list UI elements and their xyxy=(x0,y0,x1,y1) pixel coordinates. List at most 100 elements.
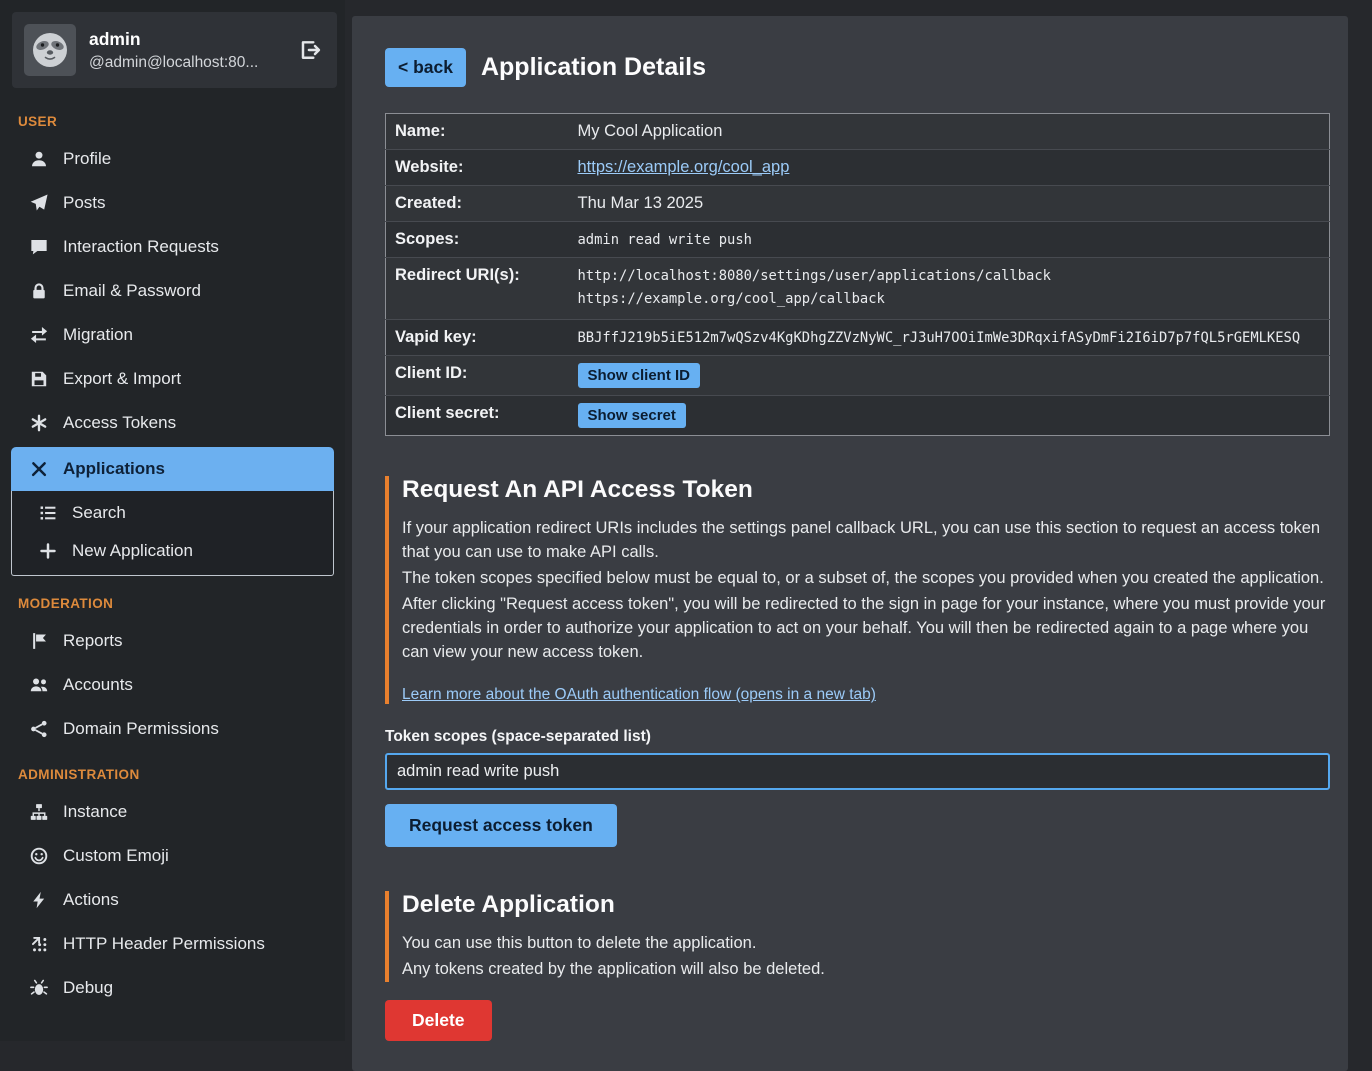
plus-icon xyxy=(39,542,57,560)
row-label: Client secret: xyxy=(386,395,570,435)
row-label: Vapid key: xyxy=(386,319,570,355)
delete-application-section: Delete Application You can use this butt… xyxy=(385,891,1330,982)
nav-heading-user: USER xyxy=(0,98,345,137)
sidebar-item-label: New Application xyxy=(72,541,193,561)
sidebar-item-custom-emoji[interactable]: Custom Emoji xyxy=(0,834,345,878)
sidebar-item-label: Export & Import xyxy=(63,369,181,389)
request-access-token-button[interactable]: Request access token xyxy=(385,804,617,847)
applications-group: Applications Search New Application xyxy=(11,447,334,576)
user-card[interactable]: admin @admin@localhost:80... xyxy=(12,12,337,88)
nav-heading-moderation: MODERATION xyxy=(0,580,345,619)
sidebar-item-migration[interactable]: Migration xyxy=(0,313,345,357)
sidebar-item-reports[interactable]: Reports xyxy=(0,619,345,663)
app-root: admin @admin@localhost:80... USER Profil… xyxy=(0,0,1372,1041)
sidebar-item-accounts[interactable]: Accounts xyxy=(0,663,345,707)
sidebar-item-label: Instance xyxy=(63,802,127,822)
vapid-key-value: BBJffJ219b5iE512m7wQSzv4KgKDhgZZVzNyWC_r… xyxy=(578,330,1301,346)
users-icon xyxy=(30,676,48,694)
sidebar-item-export-import[interactable]: Export & Import xyxy=(0,357,345,401)
nav-heading-administration: ADMINISTRATION xyxy=(0,751,345,790)
show-secret-button[interactable]: Show secret xyxy=(578,403,686,428)
name-value: My Cool Application xyxy=(578,122,723,140)
section-paragraph: The token scopes specified below must be… xyxy=(402,567,1330,591)
row-label: Website: xyxy=(386,150,570,186)
row-label: Name: xyxy=(386,114,570,150)
sidebar-item-actions[interactable]: Actions xyxy=(0,878,345,922)
floppy-save-icon xyxy=(30,370,48,388)
sidebar-item-profile[interactable]: Profile xyxy=(0,137,345,181)
table-row-created: Created: Thu Mar 13 2025 xyxy=(386,186,1330,222)
table-row-vapid-key: Vapid key: BBJffJ219b5iE512m7wQSzv4KgKDh… xyxy=(386,319,1330,355)
sidebar-item-label: Access Tokens xyxy=(63,413,176,433)
user-handle: @admin@localhost:80... xyxy=(89,54,258,72)
sidebar-item-new-application[interactable]: New Application xyxy=(12,532,333,570)
bolt-icon xyxy=(30,891,48,909)
flag-icon xyxy=(30,632,48,650)
sidebar-item-label: HTTP Header Permissions xyxy=(63,934,265,954)
row-label: Redirect URI(s): xyxy=(386,258,570,320)
row-label: Client ID: xyxy=(386,355,570,395)
table-row-client-secret: Client secret: Show secret xyxy=(386,395,1330,435)
redirect-uri-2: https://example.org/cool_app/callback xyxy=(578,288,1322,311)
section-paragraph: Any tokens created by the application wi… xyxy=(402,958,1330,982)
sidebar-item-domain-permissions[interactable]: Domain Permissions xyxy=(0,707,345,751)
arrow-up-dots-icon xyxy=(30,935,48,953)
oauth-docs-link[interactable]: Learn more about the OAuth authenticatio… xyxy=(402,686,876,704)
sidebar-item-label: Search xyxy=(72,503,126,523)
request-token-section: Request An API Access Token If your appl… xyxy=(385,476,1330,705)
sidebar-item-label: Debug xyxy=(63,978,113,998)
table-row-website: Website: https://example.org/cool_app xyxy=(386,150,1330,186)
table-row-scopes: Scopes: admin read write push xyxy=(386,222,1330,258)
sidebar-item-label: Migration xyxy=(63,325,133,345)
section-paragraph: If your application redirect URIs includ… xyxy=(402,517,1330,565)
section-title: Delete Application xyxy=(402,891,1330,919)
logout-icon[interactable] xyxy=(299,39,321,61)
avatar xyxy=(24,24,76,76)
sidebar-item-label: Posts xyxy=(63,193,106,213)
delete-button[interactable]: Delete xyxy=(385,1000,492,1041)
asterisk-icon xyxy=(30,414,48,432)
application-details-panel: < back Application Details Name: My Cool… xyxy=(352,16,1348,1071)
sidebar-item-applications[interactable]: Applications xyxy=(11,447,334,491)
sidebar-item-label: Reports xyxy=(63,631,123,651)
list-icon xyxy=(39,504,57,522)
page-header: < back Application Details xyxy=(385,48,1330,87)
back-button[interactable]: < back xyxy=(385,48,466,87)
show-client-id-button[interactable]: Show client ID xyxy=(578,363,701,388)
sidebar-item-search[interactable]: Search xyxy=(12,494,333,532)
sidebar-item-label: Domain Permissions xyxy=(63,719,219,739)
sidebar-item-email-password[interactable]: Email & Password xyxy=(0,269,345,313)
migration-arrows-icon xyxy=(30,326,48,344)
share-nodes-icon xyxy=(30,720,48,738)
token-scopes-input[interactable] xyxy=(385,753,1330,790)
comment-icon xyxy=(30,238,48,256)
token-scopes-label: Token scopes (space-separated list) xyxy=(385,728,1330,746)
bug-icon xyxy=(30,979,48,997)
sidebar-item-label: Email & Password xyxy=(63,281,201,301)
content-area: < back Application Details Name: My Cool… xyxy=(345,0,1372,1041)
application-details-table: Name: My Cool Application Website: https… xyxy=(385,113,1330,436)
redirect-uri-1: http://localhost:8080/settings/user/appl… xyxy=(578,265,1322,288)
section-paragraph: You can use this button to delete the ap… xyxy=(402,932,1330,956)
sidebar-item-label: Actions xyxy=(63,890,119,910)
sidebar-item-access-tokens[interactable]: Access Tokens xyxy=(0,401,345,445)
sidebar-item-label: Custom Emoji xyxy=(63,846,169,866)
scopes-value: admin read write push xyxy=(578,232,752,248)
table-row-redirect-uris: Redirect URI(s): http://localhost:8080/s… xyxy=(386,258,1330,320)
sidebar-item-debug[interactable]: Debug xyxy=(0,966,345,1010)
sidebar-item-http-header-permissions[interactable]: HTTP Header Permissions xyxy=(0,922,345,966)
lock-icon xyxy=(30,282,48,300)
sidebar-item-label: Profile xyxy=(63,149,111,169)
table-row-name: Name: My Cool Application xyxy=(386,114,1330,150)
sidebar-item-posts[interactable]: Posts xyxy=(0,181,345,225)
website-link[interactable]: https://example.org/cool_app xyxy=(578,158,790,176)
user-icon xyxy=(30,150,48,168)
tools-icon xyxy=(30,460,48,478)
row-label: Created: xyxy=(386,186,570,222)
smile-icon xyxy=(30,847,48,865)
sidebar-item-label: Applications xyxy=(63,459,165,479)
sidebar-item-label: Interaction Requests xyxy=(63,237,219,257)
sidebar-item-instance[interactable]: Instance xyxy=(0,790,345,834)
user-name: admin xyxy=(89,29,258,50)
sidebar-item-interaction-requests[interactable]: Interaction Requests xyxy=(0,225,345,269)
